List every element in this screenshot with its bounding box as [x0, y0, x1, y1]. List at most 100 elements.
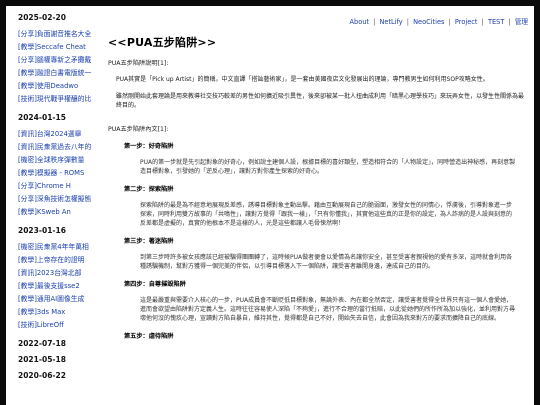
sidebar-date-heading: 2025-02-20 [18, 13, 66, 22]
step-section: 第四步：自尊摧毀陷阱這是最嚴重與需要介入核心的一步，PUA成員會不斷貶低目標對象… [108, 279, 526, 323]
post-category-tag: [教學] [18, 308, 37, 316]
post-category-tag: [分享] [18, 56, 37, 64]
post-category-tag: [教學] [18, 295, 37, 303]
sidebar-post-link[interactable]: [分享]腦權專新之矛攤戴 [18, 54, 102, 67]
post-title: 現代戰爭權釀的比 [36, 95, 92, 103]
step-section: 第一步：好奇陷阱 PUA的第一步就是先引起對象的好奇心，例如說主建個人設，根據目標… [108, 141, 526, 176]
post-category-tag: [教學] [18, 208, 37, 216]
sidebar-post-link[interactable]: [機密]民衆黨4年年萬相 [18, 241, 102, 254]
nav-about-link[interactable]: About [350, 18, 370, 26]
sidebar: 2025-02-20 [分享]負面謝音推名大全 [教學]Seccafe Cheat[… [6, 6, 102, 405]
sidebar-date-heading: 2021-05-18 [18, 355, 66, 364]
top-navigation: About | NetLify | NeoCities | Project | … [350, 16, 529, 26]
sidebar-date-heading: 2022-07-18 [18, 339, 66, 348]
article-paragraph-2: 雖然剛開始此套理論是用來教導社交技巧較差的男性如何擴近吸引異性，後來卻被某一批人… [116, 93, 525, 109]
sidebar-post-link[interactable]: [資訊]民衆黨過去八年的 [18, 141, 102, 154]
post-title: 腦權專新之矛攤戴 [36, 56, 92, 64]
post-title: 台灣2024選舉 [36, 130, 82, 138]
sidebar-post-link[interactable]: [資訊]台灣2024選舉 [18, 128, 102, 141]
post-title: Seccafe Cheat [36, 43, 86, 51]
sidebar-post-link[interactable]: [教學]使用Deadwo [18, 80, 102, 93]
step-title: 第四步：自尊摧毀陷阱 [124, 281, 186, 288]
sidebar-post-link[interactable]: [教學]融證白書電版統一 [18, 67, 102, 80]
nav-netlify-link[interactable]: NetLify [379, 18, 402, 26]
post-category-tag: [教學] [18, 69, 37, 77]
post-title: 民衆黨4年年萬相 [36, 243, 89, 251]
sidebar-post-link[interactable]: [技術]LibreOff [18, 319, 102, 332]
post-category-tag: [資訊] [18, 143, 37, 151]
nav-neocities-link[interactable]: NeoCities [413, 18, 444, 26]
step-body: 到第三步時許多被女孩應該已經被騙得團團轉了，這時候PUA做者便會以愛情為名讓你安… [140, 254, 513, 270]
post-title: 負面謝音推名大全 [36, 30, 92, 38]
nav-separator: | [508, 18, 511, 26]
nav-separator: | [481, 18, 484, 26]
step-title: 第二步：探索陷阱 [124, 186, 174, 193]
post-category-tag: [分享] [18, 30, 37, 38]
post-title: Chrome H [36, 182, 71, 190]
sidebar-post-link[interactable]: [教學]Seccafe Cheat [18, 41, 102, 54]
post-title: 全球秩序彈數量 [36, 156, 85, 164]
sidebar-post-link[interactable]: [分享]深魚技術怎權擬態 [18, 193, 102, 206]
intro-heading: PUA五步陷阱說明[1]: [108, 60, 169, 67]
sidebar-post-link[interactable]: [機密]全球秩序彈數量 [18, 154, 102, 167]
step-title: 第一步：好奇陷阱 [124, 143, 174, 150]
step-section: 第五步：虐待陷阱 [108, 331, 526, 340]
page-frame: 2025-02-20 [分享]負面謝音推名大全 [教學]Seccafe Cheat[… [6, 6, 534, 405]
post-title: 3ds Max [36, 308, 66, 316]
nav-project-link[interactable]: Project [455, 18, 478, 26]
step-title: 第三步：著迷陷阱 [124, 238, 174, 245]
main-content: About | NetLify | NeoCities | Project | … [106, 6, 534, 405]
sidebar-post-link[interactable]: [技術]現代戰爭權釀的比 [18, 93, 102, 106]
nav-test-link[interactable]: TEST [488, 18, 504, 26]
post-title: 深魚技術怎權擬態 [36, 195, 92, 203]
sidebar-post-link[interactable]: [教學]模擬器 - ROMS [18, 167, 102, 180]
five-steps-heading: PUA五步陷阱內文[1]: [108, 126, 169, 133]
post-title: 使用Deadwo [36, 82, 79, 90]
post-title: KSweb An [36, 208, 71, 216]
post-category-tag: [教學] [18, 169, 37, 177]
post-title: 融證白書電版統一 [36, 69, 92, 77]
article-title: <<PUA五步陷阱>> [108, 36, 217, 49]
post-category-tag: [技術] [18, 321, 37, 329]
sidebar-post-link[interactable]: [教學]3ds Max [18, 306, 102, 319]
sidebar-post-link[interactable]: [資訊]2023台灣北部 [18, 267, 102, 280]
step-body: PUA的第一步就是先引起對象的好奇心，例如說主建個人設，根據目標的喜好類型，塑造… [140, 159, 516, 175]
sidebar-post-link[interactable]: [教學]通用AI圖像生成 [18, 293, 102, 306]
sidebar-post-link[interactable]: [分享]Chrome H [18, 180, 102, 193]
sidebar-date-heading: 2024-01-15 [18, 113, 66, 122]
nav-separator: | [406, 18, 409, 26]
post-title: 民衆黨過去八年的 [36, 143, 92, 151]
sidebar-post-link[interactable]: [分享]負面謝音推名大全 [18, 28, 102, 41]
post-title: 模擬器 - ROMS [36, 169, 85, 177]
step-body: 這是最嚴重與需要介入核心的一步，PUA成員會不斷貶低目標對象，無論外表、內在都全… [140, 297, 516, 322]
nav-separator: | [448, 18, 451, 26]
post-category-tag: [教學] [18, 256, 37, 264]
sidebar-post-link[interactable]: [教學]KSweb An [18, 206, 102, 219]
post-title: 最後支援sse2 [36, 282, 80, 290]
article-paragraph-1: PUA其實是「Pick up Artist」的簡稱，中文直譯「搭訕藝術家」，是一… [116, 76, 489, 83]
post-title: 通用AI圖像生成 [36, 295, 85, 303]
post-title: 上帝存在的證明 [36, 256, 85, 264]
step-section: 第二步：探索陷阱探索陷阱的最是為不經意地展現反差感，誘導目標對象主動出擊。藉由互… [108, 184, 526, 228]
post-category-tag: [資訊] [18, 269, 37, 277]
post-category-tag: [分享] [18, 182, 37, 190]
step-body: 探索陷阱的最是為不經意地展現反差感，誘導目標對象主動出擊。藉由互動展現自己的脆弱… [140, 202, 513, 227]
sidebar-date-heading: 2020-06-22 [18, 371, 66, 380]
post-title: 2023台灣北部 [36, 269, 82, 277]
post-category-tag: [機密] [18, 243, 37, 251]
post-category-tag: [教學] [18, 282, 37, 290]
sidebar-post-link[interactable]: [教學]上帝存在的證明 [18, 254, 102, 267]
step-title: 第五步：虐待陷阱 [124, 333, 174, 340]
nav-separator: | [373, 18, 376, 26]
step-section: 第三步：著迷陷阱到第三步時許多被女孩應該已經被騙得團團轉了，這時候PUA做者便會… [108, 236, 526, 271]
post-category-tag: [技術] [18, 95, 37, 103]
sidebar-post-link[interactable]: [教學]最後支援sse2 [18, 280, 102, 293]
sidebar-date-heading: 2023-01-16 [18, 226, 66, 235]
post-title: LibreOff [36, 321, 64, 329]
post-category-tag: [分享] [18, 195, 37, 203]
nav-admin-link[interactable]: 管理 [515, 18, 528, 26]
post-category-tag: [資訊] [18, 130, 37, 138]
steps-list: 第一步：好奇陷阱 PUA的第一步就是先引起對象的好奇心，例如說主建個人設，根據目標… [108, 141, 526, 340]
post-category-tag: [教學] [18, 43, 37, 51]
post-category-tag: [機密] [18, 156, 37, 164]
